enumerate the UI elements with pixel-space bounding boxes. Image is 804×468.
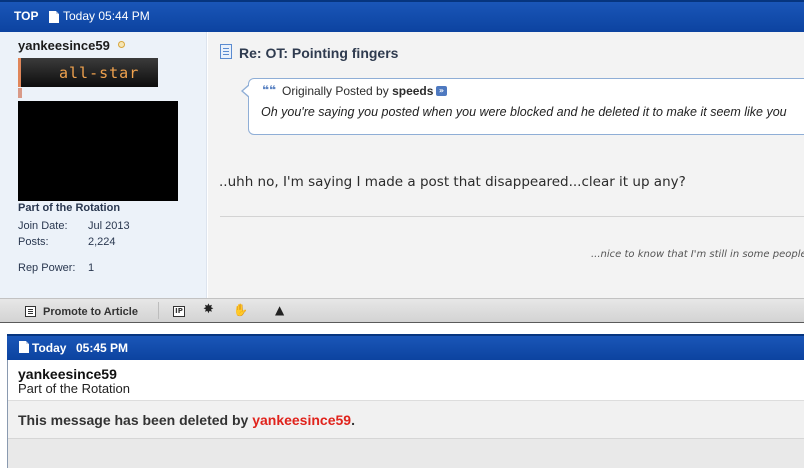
quote-icon: ❝❝ — [262, 83, 277, 97]
deleted-by-user[interactable]: yankeesince59 — [252, 412, 351, 428]
reputation-icon[interactable]: ✋ — [233, 303, 248, 317]
promote-to-article-button[interactable]: Promote to Article — [43, 306, 138, 318]
ip-icon[interactable]: IP — [173, 306, 185, 317]
posts-label: Posts: — [18, 236, 49, 248]
rep-power-label: Rep Power: — [18, 262, 76, 274]
report-icon[interactable]: ✸ — [203, 302, 214, 317]
rank-text: all-star — [59, 63, 140, 82]
quote-prefix: Originally Posted by — [282, 84, 389, 98]
document-icon — [19, 341, 29, 353]
quote-text: Oh you're saying you posted when you wer… — [261, 105, 787, 119]
post-2-time: 05:45 PM — [76, 341, 129, 355]
warning-icon[interactable]: ▲ — [275, 303, 284, 317]
post-2-user-title: Part of the Rotation — [18, 381, 131, 396]
quote-header: Originally Posted by speeds — [282, 84, 433, 98]
online-status-icon — [118, 41, 125, 48]
quote-pointer-inner — [243, 85, 250, 97]
post-2-date: Today — [32, 341, 67, 355]
deleted-suffix: . — [351, 412, 355, 428]
post-title: Re: OT: Pointing fingers — [239, 45, 399, 61]
view-post-icon[interactable]: » — [436, 86, 447, 96]
post-2-footer — [8, 438, 804, 468]
deleted-message: This message has been deleted by yankees… — [18, 412, 355, 428]
user-title: Part of the Rotation — [18, 202, 121, 214]
rank-bar — [18, 88, 22, 98]
post-icon — [220, 44, 232, 59]
signature: ...nice to know that I'm still in some p… — [591, 249, 804, 260]
post-2-username[interactable]: yankeesince59 — [18, 366, 117, 382]
footer-separator — [158, 302, 159, 319]
post-body: ..uhh no, I'm saying I made a post that … — [219, 174, 686, 190]
join-date-label: Join Date: — [18, 220, 68, 232]
username-link[interactable]: yankeesince59 — [18, 38, 110, 53]
deleted-prefix: This message has been deleted by — [18, 412, 249, 428]
promote-icon[interactable] — [25, 306, 36, 317]
avatar[interactable] — [18, 101, 178, 201]
rank-image: all-star — [18, 58, 158, 87]
quote-author-link[interactable]: speeds — [392, 84, 433, 98]
top-link[interactable]: TOP — [14, 9, 38, 23]
posts-value: 2,224 — [88, 236, 116, 248]
post-1-date: Today 05:44 PM — [63, 9, 150, 23]
signature-divider — [220, 216, 804, 217]
document-icon — [49, 11, 59, 23]
rep-power-value: 1 — [88, 262, 95, 274]
join-date-value: Jul 2013 — [88, 220, 130, 232]
